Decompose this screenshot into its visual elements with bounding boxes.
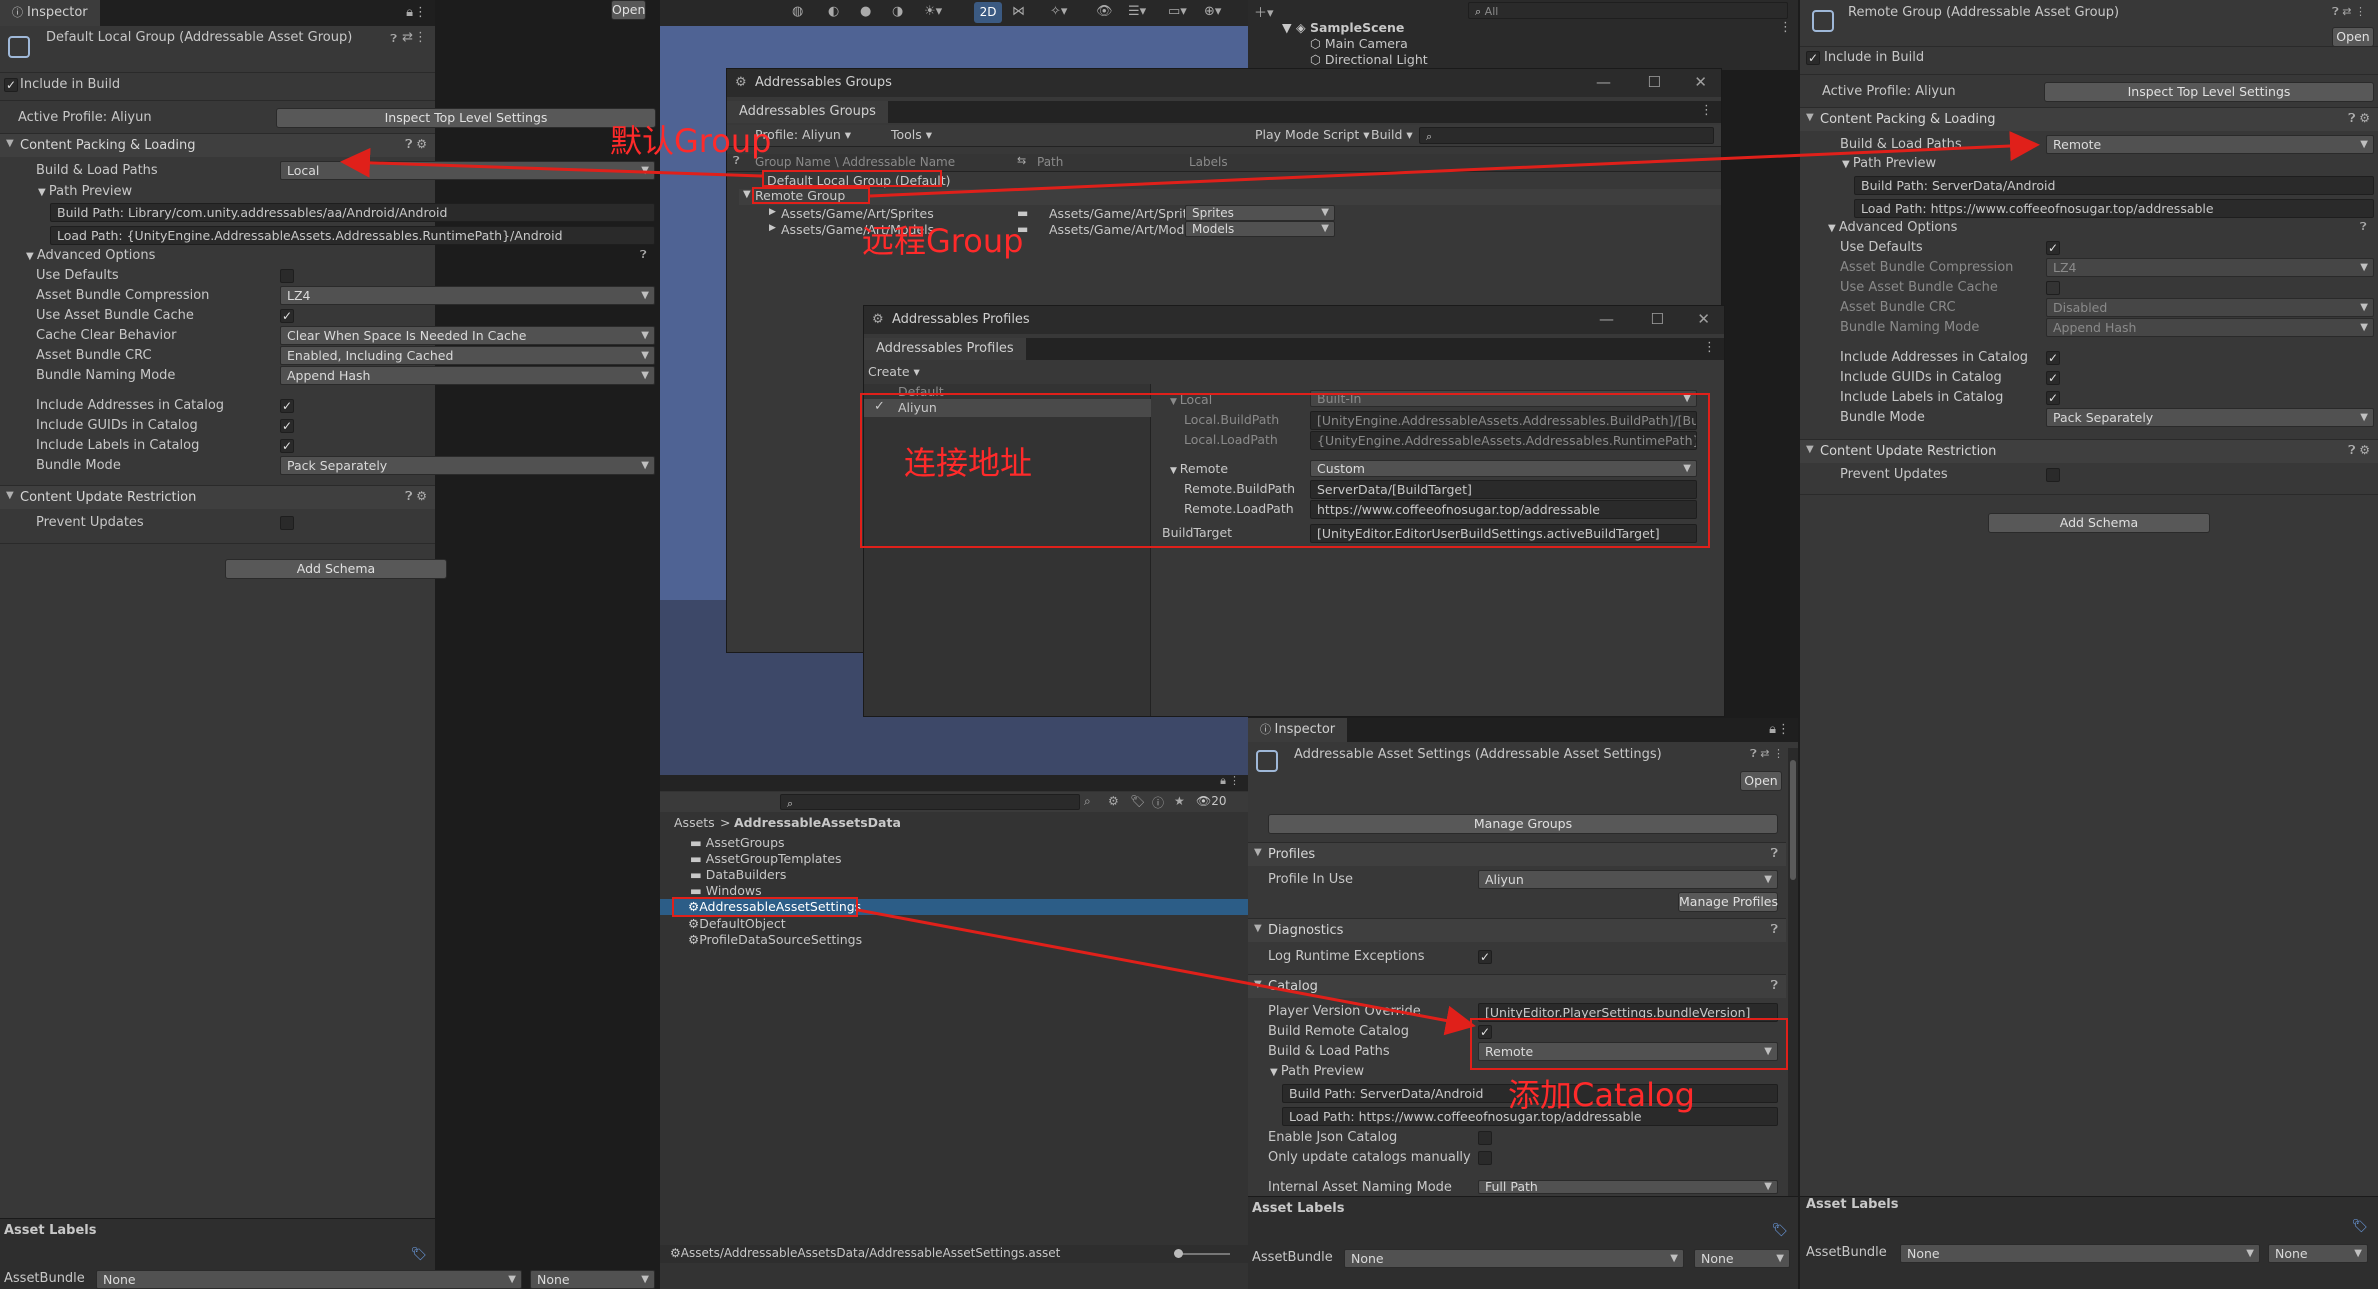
- annotation-remote-group: 远程Group: [862, 222, 1024, 260]
- arrow-to-catalog: [857, 908, 1476, 1036]
- arrow-to-remote: [869, 131, 2040, 198]
- arrow-to-local: [340, 147, 763, 178]
- annotation-add-catalog: 添加Catalog: [1508, 1076, 1695, 1114]
- annotation-default-group: 默认Group: [610, 122, 772, 160]
- annotation-arrows: [340, 131, 2040, 1036]
- annotation-connection-address: 连接地址: [904, 444, 1033, 482]
